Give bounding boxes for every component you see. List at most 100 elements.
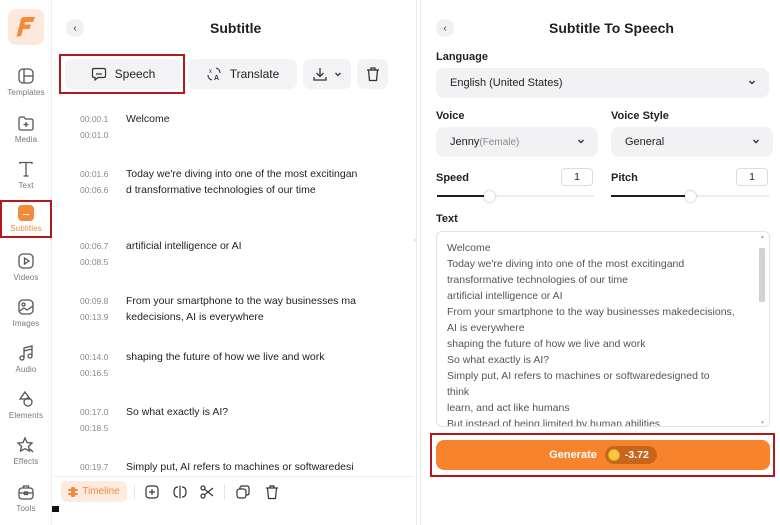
sidebar-item-tools[interactable]: Tools <box>0 480 52 524</box>
slider-thumb[interactable] <box>685 191 696 202</box>
subtitle-cue[interactable]: 00:17.0 00:18.5 So what exactly is AI? <box>80 404 400 436</box>
scrollbar[interactable]: ▲ ▼ <box>759 234 765 426</box>
speed-slider[interactable] <box>437 191 594 202</box>
app-logo[interactable] <box>8 9 44 45</box>
cue-text[interactable]: Welcome <box>126 111 376 127</box>
sidebar-item-media[interactable]: Media <box>0 111 52 155</box>
translate-button[interactable]: xA Translate <box>188 59 297 89</box>
duplicate-icon[interactable] <box>235 484 251 500</box>
speech-text-area[interactable]: Welcome Today we're diving into one of t… <box>436 231 770 427</box>
subtitle-panel: ‹ Subtitle Speech xA Translate 00:00.1 0… <box>53 0 413 525</box>
cue-end-time: 00:16.5 <box>80 368 109 378</box>
generate-button[interactable]: Generate -3.72 <box>436 440 770 470</box>
trash-icon[interactable] <box>264 484 280 500</box>
sidebar-item-images[interactable]: Images <box>0 295 52 339</box>
speech-button[interactable]: Speech <box>65 59 181 89</box>
sidebar-item-label: Effects <box>13 457 39 466</box>
pitch-slider[interactable] <box>611 191 769 202</box>
cue-text[interactable]: Today we're diving into one of the most … <box>126 166 376 198</box>
scrollbar-thumb[interactable] <box>759 248 765 302</box>
download-icon <box>313 68 327 81</box>
svg-text:x: x <box>209 69 212 75</box>
sidebar-item-label: Text <box>18 181 34 190</box>
subtitle-cue[interactable]: 00:01.6 00:06.6 Today we're diving into … <box>80 166 400 198</box>
cue-end-time: 00:13.9 <box>80 312 109 322</box>
pitch-input[interactable]: 1 <box>736 168 768 186</box>
speed-input[interactable]: 1 <box>561 168 593 186</box>
sidebar-item-templates[interactable]: Templates <box>0 64 52 108</box>
media-folder-icon <box>18 116 34 131</box>
subtitle-cue-list[interactable]: 00:00.1 00:01.0 Welcome 00:01.6 00:06.6 … <box>53 100 413 474</box>
cue-start-time: 00:01.6 <box>80 169 109 179</box>
subtitle-cue[interactable]: 00:09.8 00:13.9 From your smartphone to … <box>80 293 400 325</box>
pitch-label: Pitch <box>611 172 638 184</box>
sidebar-item-elements[interactable]: Elements <box>0 387 52 431</box>
sidebar-item-videos[interactable]: Videos <box>0 249 52 293</box>
sidebar-item-subtitles[interactable]: Subtitles <box>0 200 52 238</box>
left-sidebar: Templates Media Text Subtitles Videos Im… <box>0 0 52 525</box>
templates-icon <box>18 68 34 84</box>
add-cue-icon[interactable] <box>144 484 160 500</box>
timeline-icon <box>68 486 79 497</box>
voice-name: Jenny <box>450 136 480 148</box>
credit-cost-badge: -3.72 <box>604 446 657 464</box>
text-icon <box>19 161 33 177</box>
subtitle-cue[interactable]: 00:14.0 00:16.5 shaping the future of ho… <box>80 349 400 381</box>
sidebar-item-text[interactable]: Text <box>0 157 52 201</box>
sidebar-item-audio[interactable]: Audio <box>0 341 52 385</box>
speech-bubble-icon <box>91 67 106 82</box>
text-label: Text <box>436 213 458 225</box>
speech-text-content[interactable]: Welcome Today we're diving into one of t… <box>447 240 747 426</box>
voice-select[interactable]: Jenny (Female) <box>436 127 598 157</box>
slider-thumb[interactable] <box>483 191 495 202</box>
scissors-icon[interactable] <box>199 484 215 500</box>
speech-button-label: Speech <box>114 67 156 81</box>
split-icon[interactable] <box>172 484 188 500</box>
language-select[interactable]: English (United States) <box>436 68 769 98</box>
chevron-down-icon <box>335 72 341 77</box>
sidebar-item-label: Images <box>12 319 40 328</box>
splitter-handle-icon[interactable]: ‹ <box>414 238 418 244</box>
voice-style-label: Voice Style <box>611 110 669 122</box>
sidebar-item-effects[interactable]: Effects <box>0 433 52 477</box>
chevron-down-icon <box>578 139 584 144</box>
voice-style-value: General <box>625 136 665 148</box>
images-icon <box>18 299 34 315</box>
speed-label: Speed <box>436 172 470 184</box>
slider-fill <box>437 195 489 197</box>
language-value: English (United States) <box>450 77 563 89</box>
cue-start-time: 00:17.0 <box>80 407 109 417</box>
cue-text[interactable]: shaping the future of how we live and wo… <box>126 349 376 365</box>
panel-title: Subtitle To Speech <box>549 20 674 36</box>
download-dropdown-button[interactable] <box>303 59 351 89</box>
generate-label: Generate <box>549 449 597 461</box>
back-button[interactable]: ‹ <box>66 19 84 37</box>
subtitle-cue[interactable]: 00:06.7 00:08.5 artificial intelligence … <box>80 238 400 270</box>
scroll-down-icon[interactable]: ▼ <box>760 420 765 426</box>
tools-icon <box>18 485 34 500</box>
cue-text[interactable]: So what exactly is AI? <box>126 404 376 420</box>
audio-icon <box>19 345 33 361</box>
cue-text[interactable]: Simply put, AI refers to machines or sof… <box>126 459 376 474</box>
voice-style-select[interactable]: General <box>611 127 773 157</box>
cue-end-time: 00:06.6 <box>80 185 109 195</box>
subtitle-cue[interactable]: 00:00.1 00:01.0 Welcome <box>80 111 400 143</box>
subtitle-cue[interactable]: 00:19.7 Simply put, AI refers to machine… <box>80 459 400 474</box>
back-button[interactable]: ‹ <box>436 19 454 37</box>
cue-text[interactable]: From your smartphone to the way business… <box>126 293 376 325</box>
sidebar-item-label: Audio <box>15 365 37 374</box>
delete-all-button[interactable] <box>357 59 388 89</box>
panel-title: Subtitle <box>210 20 262 36</box>
coin-icon <box>607 449 620 461</box>
sidebar-item-label: Subtitles <box>10 224 42 233</box>
elements-icon <box>18 390 33 407</box>
cue-start-time: 00:14.0 <box>80 352 109 362</box>
trash-icon <box>366 67 379 82</box>
timeline-button[interactable]: Timeline <box>61 481 127 502</box>
cue-text[interactable]: artificial intelligence or AI <box>126 238 376 254</box>
cue-start-time: 00:00.1 <box>80 114 109 124</box>
subtitle-to-speech-panel: ‹ Subtitle To Speech Language English (U… <box>420 0 780 525</box>
scroll-up-icon[interactable]: ▲ <box>760 234 765 240</box>
credit-cost: -3.72 <box>624 449 649 461</box>
translate-icon: xA <box>207 67 221 82</box>
